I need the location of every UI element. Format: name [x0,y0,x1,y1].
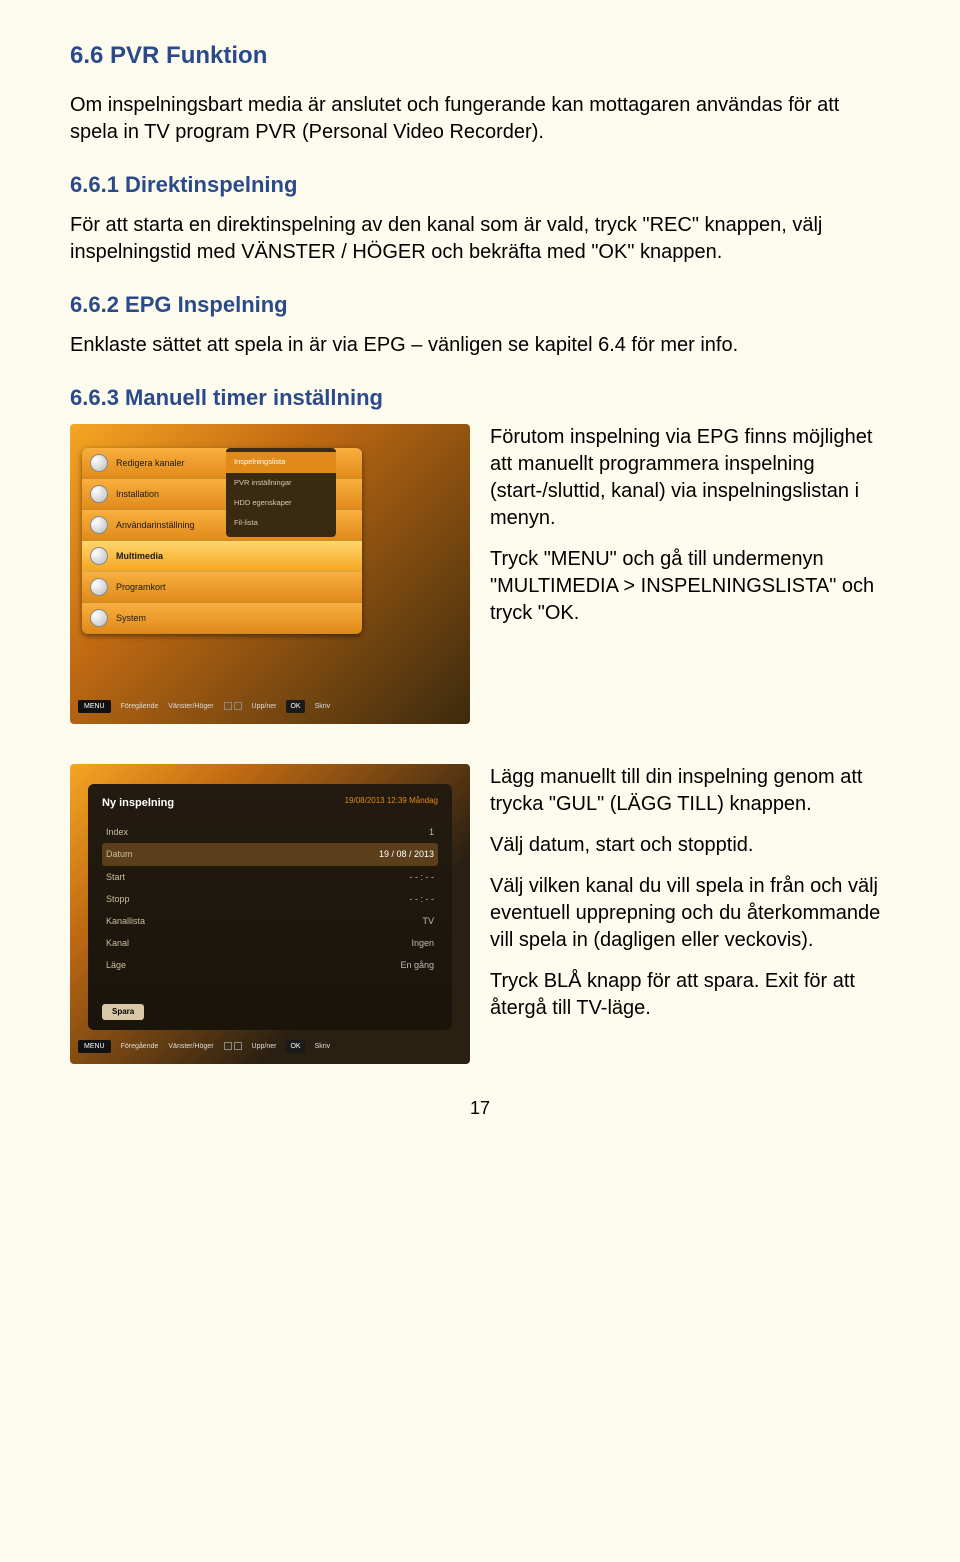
paragraph-manuell-1: Förutom inspelning via EPG finns möjligh… [490,424,890,532]
heading-direktinspelning: 6.6.1 Direktinspelning [70,170,890,200]
footer-menu-button-2: MENU [78,1040,111,1053]
paragraph-epg-inspelning: Enklaste sättet att spela in är via EPG … [70,332,890,359]
form-row-value: Ingen [411,937,434,949]
form-row-value: En gång [400,959,434,971]
page-number: 17 [70,1096,890,1120]
menu-item: System [82,603,362,634]
submenu-item: Fil-lista [226,513,336,533]
form-row: Kanallista TV [102,910,438,932]
submenu-item: HDD egenskaper [226,493,336,513]
footer-ud-label-2: Upp/ner [252,1042,277,1051]
form-row-key: Läge [106,959,126,971]
footer-ok-button-2: OK [286,1040,304,1053]
footer-menu-button: MENU [78,700,111,713]
menu-item-label: System [116,612,146,624]
form-row: Start - - : - - [102,866,438,888]
form-row-value: - - : - - [410,893,435,905]
footer-prev-label: Föregående [121,702,159,711]
form-row: Datum 19 / 08 / 2013 [102,843,438,865]
menu-item-label: Användarinställning [116,519,195,531]
footer-skriv-label-2: Skriv [315,1042,331,1051]
form-row-value: - - : - - [410,871,435,883]
menu-icon [90,516,108,534]
paragraph-lagg-1: Lägg manuellt till din inspelning genom … [490,764,890,818]
intro-paragraph: Om inspelningsbart media är anslutet och… [70,92,890,146]
form-row: Index 1 [102,821,438,843]
form-row-key: Kanallista [106,915,145,927]
paragraph-manuell-2: Tryck "MENU" och gå till undermenyn "MUL… [490,546,890,627]
form-row: Stopp - - : - - [102,888,438,910]
menu-item-label: Programkort [116,581,166,593]
heading-manuell-timer: 6.6.3 Manuell timer inställning [70,383,890,413]
screenshot-menu: Redigera kanaler Installation Användarinst… [70,424,470,724]
footer-prev-label-2: Föregående [121,1042,159,1051]
form-row-key: Stopp [106,893,130,905]
screenshot-form: Ny inspelning 19/08/2013 12:39 Måndag In… [70,764,470,1064]
menu-item-label: Installation [116,488,159,500]
menu-item: Multimedia [82,541,362,572]
menu-icon [90,547,108,565]
menu-icon [90,609,108,627]
form-row-key: Kanal [106,937,129,949]
submenu-item: Inspelningslista [226,452,336,472]
form-date: 19/08/2013 12:39 Måndag [345,796,438,811]
paragraph-lagg-2: Välj datum, start och stopptid. [490,832,890,859]
spara-button: Spara [102,1004,144,1021]
form-row-key: Index [106,826,128,838]
heading-epg-inspelning: 6.6.2 EPG Inspelning [70,290,890,320]
form-row-value: 19 / 08 / 2013 [379,848,434,860]
paragraph-lagg-4: Tryck BLÅ knapp för att spara. Exit för … [490,968,890,1022]
menu-item: Programkort [82,572,362,603]
form-title: Ny inspelning [102,796,174,811]
paragraph-direktinspelning: För att starta en direktinspelning av de… [70,212,890,266]
footer-skriv-label: Skriv [315,702,331,711]
paragraph-lagg-3: Välj vilken kanal du vill spela in från … [490,873,890,954]
form-row-key: Datum [106,848,133,860]
form-row-value: 1 [429,826,434,838]
form-row-key: Start [106,871,125,883]
form-row: Läge En gång [102,954,438,976]
footer-ud-label: Upp/ner [252,702,277,711]
submenu-item: PVR inställningar [226,473,336,493]
menu-icon [90,485,108,503]
menu-icon [90,454,108,472]
menu-item-label: Redigera kanaler [116,457,185,469]
menu-item-label: Multimedia [116,550,163,562]
form-row-value: TV [422,915,434,927]
footer-ok-button: OK [286,700,304,713]
footer-lr-label-2: Vänster/Höger [168,1042,213,1051]
form-row: Kanal Ingen [102,932,438,954]
footer-lr-label: Vänster/Höger [168,702,213,711]
heading-pvr-funktion: 6.6 PVR Funktion [70,40,890,72]
menu-icon [90,578,108,596]
